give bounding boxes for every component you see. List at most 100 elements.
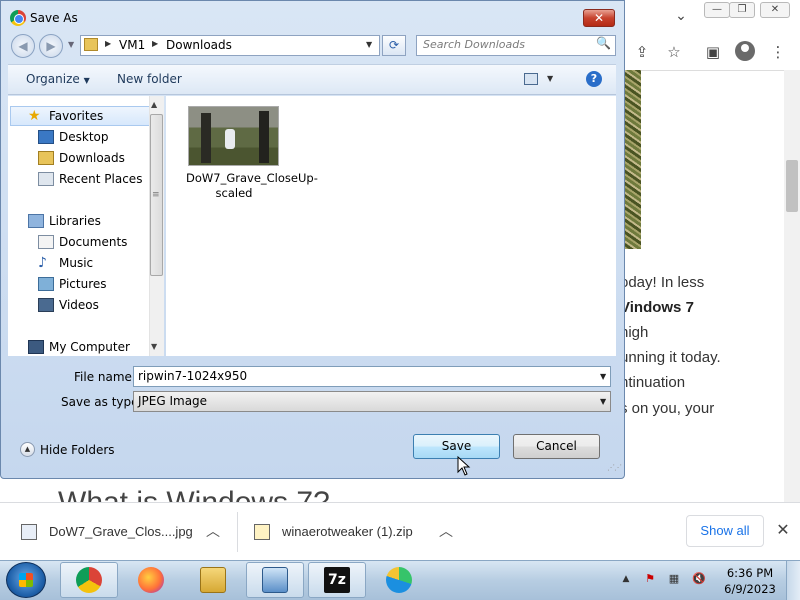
folder-icon [84, 38, 98, 51]
tab-search-chevron-icon[interactable]: ⌄ [672, 8, 690, 26]
clock-time[interactable]: 6:36 PM [724, 566, 776, 580]
back-arrow-icon[interactable]: ◀ [11, 34, 35, 58]
thumbnail-figure [201, 113, 211, 163]
chevron-up-icon[interactable]: ▲ [20, 442, 35, 457]
thumbnail-robot [225, 129, 235, 149]
show-all-button[interactable]: Show all [686, 515, 764, 547]
folder-icon [200, 567, 226, 593]
restore-button[interactable]: ❐ [729, 2, 755, 18]
breadcrumb-arrow-icon[interactable]: ▶ [152, 39, 158, 48]
file-name-input[interactable]: ripwin7-1024x950 [133, 366, 611, 387]
mouse-cursor-icon [457, 456, 471, 476]
thumbnail-figure [259, 111, 269, 163]
action-center-flag-icon[interactable]: ⚑ [643, 572, 657, 586]
page-text-line: s on you, your [620, 400, 715, 417]
views-dropdown-icon[interactable]: ▼ [547, 74, 553, 83]
libraries-icon [28, 214, 44, 228]
new-folder-button[interactable]: New folder [117, 72, 182, 86]
page-scrollbar[interactable] [784, 70, 800, 502]
sidebar-item-recent-places[interactable]: Recent Places [59, 172, 142, 186]
scroll-down-arrow-icon[interactable]: ▼ [151, 342, 157, 351]
recent-locations-chevron-icon[interactable]: ▼ [68, 40, 74, 49]
chevron-down-icon[interactable]: ▼ [600, 397, 606, 406]
sidebar-item-videos[interactable]: Videos [59, 298, 99, 312]
scrollbar-grip-icon: ≡ [152, 190, 160, 200]
chevron-down-icon: ▼ [83, 76, 90, 85]
close-download-bar-icon[interactable]: ✕ [774, 520, 792, 540]
desktop-icon [38, 130, 54, 144]
cancel-button[interactable]: Cancel [513, 434, 600, 459]
organize-label: Organize [26, 72, 80, 86]
side-panel-icon[interactable]: ▣ [703, 42, 723, 62]
breadcrumb-arrow-icon[interactable]: ▶ [105, 39, 111, 48]
resize-grip-icon[interactable]: ⋰⋰ [607, 463, 622, 472]
browser-close-button[interactable]: ✕ [760, 2, 790, 18]
search-icon[interactable]: 🔍 [596, 36, 611, 50]
sidebar-item-music[interactable]: Music [59, 256, 93, 270]
clock-date[interactable]: 6/9/2023 [724, 582, 776, 596]
page-text-line: oday! In less [620, 274, 705, 291]
download-item-name[interactable]: DoW7_Grave_Clos....jpg [49, 524, 193, 539]
views-icon[interactable] [524, 73, 538, 85]
chevron-up-icon[interactable]: ︿ [439, 521, 453, 541]
hide-folders-button[interactable]: Hide Folders [40, 443, 115, 457]
edge-icon [386, 567, 412, 593]
show-hidden-icons-icon[interactable]: ▲ [619, 572, 633, 586]
star-icon: ★ [28, 108, 41, 124]
bookmark-star-icon[interactable]: ☆ [664, 42, 684, 62]
chevron-down-icon[interactable]: ▼ [600, 372, 606, 381]
recent-places-icon [38, 172, 54, 186]
page-text-line: ntinuation [620, 374, 686, 391]
start-button[interactable] [6, 562, 46, 598]
pictures-icon [38, 277, 54, 291]
breadcrumb-item[interactable]: VM1 [119, 38, 145, 52]
control-panel-icon [262, 567, 288, 593]
organize-button[interactable]: Organize ▼ [26, 72, 90, 86]
save-as-type-label: Save as type: [61, 395, 143, 409]
file-name-label[interactable]: DoW7_Grave_CloseUp-scaled [186, 171, 318, 201]
chrome-icon [10, 10, 26, 26]
dialog-title: Save As [30, 11, 78, 25]
sidebar-item-label[interactable]: Favorites [49, 109, 103, 123]
videos-icon [38, 298, 54, 312]
sidebar-item-documents[interactable]: Documents [59, 235, 127, 249]
zip-file-icon [254, 524, 270, 540]
volume-muted-icon[interactable]: 🔇 [692, 572, 706, 586]
page-scrollbar-thumb[interactable] [786, 160, 798, 212]
more-menu-icon[interactable]: ⋮ [768, 42, 788, 62]
network-icon[interactable]: ▦ [667, 572, 681, 586]
forward-arrow-icon[interactable]: ▶ [39, 34, 63, 58]
search-placeholder: Search Downloads [423, 38, 525, 51]
sidebar-item-downloads[interactable]: Downloads [59, 151, 125, 165]
computer-icon [28, 340, 44, 354]
refresh-button[interactable]: ⟳ [382, 35, 406, 56]
music-icon: ♪ [38, 255, 47, 271]
help-icon[interactable]: ? [586, 71, 602, 87]
scroll-up-arrow-icon[interactable]: ▲ [151, 100, 157, 109]
download-item-name[interactable]: winaerotweaker (1).zip [282, 524, 413, 539]
show-desktop-button[interactable] [786, 561, 800, 600]
breadcrumb-item[interactable]: Downloads [166, 38, 232, 52]
downloads-folder-icon [38, 151, 54, 165]
address-dropdown-icon[interactable]: ▼ [366, 40, 372, 49]
firefox-icon [138, 567, 164, 593]
page-text-line: Vindows 7 [620, 299, 694, 316]
sidebar-item-my-computer[interactable]: My Computer [49, 340, 130, 354]
sidebar-item-libraries[interactable]: Libraries [49, 214, 101, 228]
documents-icon [38, 235, 54, 249]
sidebar-item-pictures[interactable]: Pictures [59, 277, 107, 291]
minimize-button[interactable]: — [704, 2, 730, 18]
profile-avatar-icon[interactable] [735, 41, 755, 61]
dialog-close-button[interactable]: ✕ [583, 9, 615, 27]
page-text-line: unning it today. [620, 349, 721, 366]
download-separator [237, 512, 238, 552]
save-as-type-select[interactable]: JPEG Image [133, 391, 611, 412]
file-name-field-label: File name: [74, 370, 136, 384]
image-thumbnail[interactable] [188, 106, 279, 166]
sidebar-item-desktop[interactable]: Desktop [59, 130, 109, 144]
chrome-icon [76, 567, 102, 593]
page-heading: What is Windows 7? [58, 486, 330, 502]
chevron-up-icon[interactable]: ︿ [206, 521, 220, 541]
seven-zip-icon: 7z [324, 567, 350, 593]
share-icon[interactable]: ⇪ [632, 42, 652, 62]
